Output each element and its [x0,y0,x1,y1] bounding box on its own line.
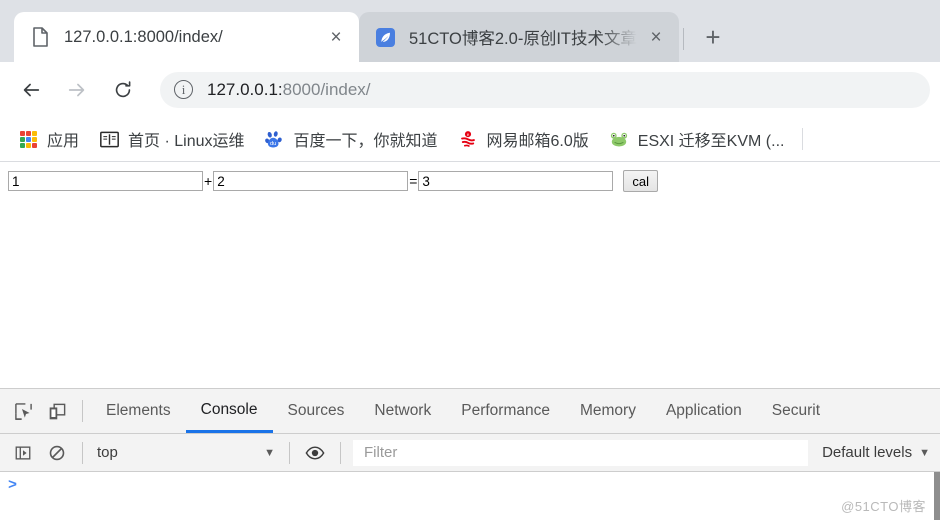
forward-button [56,69,98,111]
tab-performance[interactable]: Performance [446,389,565,433]
console-scrollbar[interactable] [934,472,940,520]
document-icon [30,27,50,47]
close-icon[interactable]: × [323,24,349,50]
clear-console-icon[interactable] [40,436,74,470]
tab-strip: 127.0.0.1:8000/index/ × 51CTO博客2.0-原创IT技… [0,0,940,62]
bookmarks-bar: 应用 首页 · Linux运维 du 百度一下，你就知道 e 网易邮箱6.0版 … [0,117,940,162]
browser-tab-51cto[interactable]: 51CTO博客2.0-原创IT技术文章分 × [359,12,679,62]
apps-grid-icon [18,129,38,149]
console-output-area[interactable]: > @51CTO博客 [0,472,940,520]
inspect-element-icon[interactable] [6,394,40,428]
tab-memory[interactable]: Memory [565,389,651,433]
console-toolbar: top ▼ Default levels ▼ [0,434,940,472]
tab-network[interactable]: Network [359,389,446,433]
result-input[interactable] [418,171,614,191]
tab-title: 127.0.0.1:8000/index/ [64,27,223,46]
watermark: @51CTO博客 [841,499,926,514]
tab-application[interactable]: Application [651,389,757,433]
operand-b-input[interactable] [213,171,409,191]
url-path: 8000/index/ [282,79,371,99]
tab-console[interactable]: Console [185,389,273,433]
svg-text:du: du [270,140,276,146]
netease-icon: e [458,129,478,149]
console-filter-box[interactable] [353,439,809,466]
page-content: + = cal [0,162,940,388]
new-tab-button[interactable]: + [694,18,732,56]
chevron-down-icon: ▼ [919,446,930,459]
console-levels-label: Default levels [822,444,913,461]
live-expression-eye-icon[interactable] [298,436,332,470]
bookmark-baidu[interactable]: du 百度一下，你就知道 [257,123,446,155]
console-context-label: top [97,444,118,461]
tab-security[interactable]: Securit [757,389,835,433]
console-toolbar-separator-1 [82,441,83,464]
console-toolbar-separator-3 [340,441,341,464]
bookmark-esxi-kvm[interactable]: ESXI 迁移至KVM (... [601,123,793,155]
calculate-button[interactable]: cal [623,170,658,192]
site-info-icon[interactable]: i [174,80,193,99]
browser-toolbar: i 127.0.0.1:8000/index/ [0,62,940,117]
console-toolbar-separator-2 [289,441,290,464]
bookmark-label: 百度一下，你就知道 [293,133,438,150]
devtools-panel: Elements Console Sources Network Perform… [0,388,940,520]
browser-window: 127.0.0.1:8000/index/ × 51CTO博客2.0-原创IT技… [0,0,940,520]
address-bar[interactable]: i 127.0.0.1:8000/index/ [160,71,930,108]
feather-icon [375,27,395,47]
book-icon [99,129,119,149]
calculator-form: + = cal [8,170,940,192]
close-icon[interactable]: × [643,24,669,50]
bookmarks-overflow-divider [802,128,804,150]
chevron-down-icon: ▼ [264,446,275,459]
tab-separator [683,28,684,50]
bookmark-apps[interactable]: 应用 [10,123,87,155]
bookmark-linux-home[interactable]: 首页 · Linux运维 [91,123,252,155]
bookmark-label: ESXI 迁移至KVM (... [637,133,785,150]
console-levels-select[interactable]: Default levels ▼ [812,444,940,461]
console-sidebar-icon[interactable] [6,436,40,470]
device-toolbar-icon[interactable] [40,394,74,428]
frog-icon [609,129,629,149]
devtools-tabbar: Elements Console Sources Network Perform… [0,389,940,434]
prompt-chevron-icon: > [8,477,18,494]
console-prompt-row[interactable]: > [0,472,940,493]
devtools-toolbar-separator [82,400,83,422]
bookmark-label: 应用 [47,133,80,150]
console-context-select[interactable]: top ▼ [91,440,281,466]
tab-elements[interactable]: Elements [91,389,186,433]
reload-button[interactable] [102,69,144,111]
operand-a-input[interactable] [8,171,203,191]
address-bar-url: 127.0.0.1:8000/index/ [207,80,371,100]
url-host: 127.0.0.1: [207,79,283,99]
bookmark-label: 首页 · Linux运维 [128,133,245,150]
baidu-paw-icon: du [265,129,285,149]
browser-tab-active[interactable]: 127.0.0.1:8000/index/ × [14,12,359,62]
tab-title: 51CTO博客2.0-原创IT技术文章分 [409,30,637,48]
bookmark-netease-mail[interactable]: e 网易邮箱6.0版 [450,123,597,155]
operator-plus: + [204,173,213,189]
console-filter-input[interactable] [362,443,800,462]
operator-equals: = [409,173,418,189]
back-button[interactable] [10,69,52,111]
tab-sources[interactable]: Sources [273,389,360,433]
bookmark-label: 网易邮箱6.0版 [486,133,589,150]
